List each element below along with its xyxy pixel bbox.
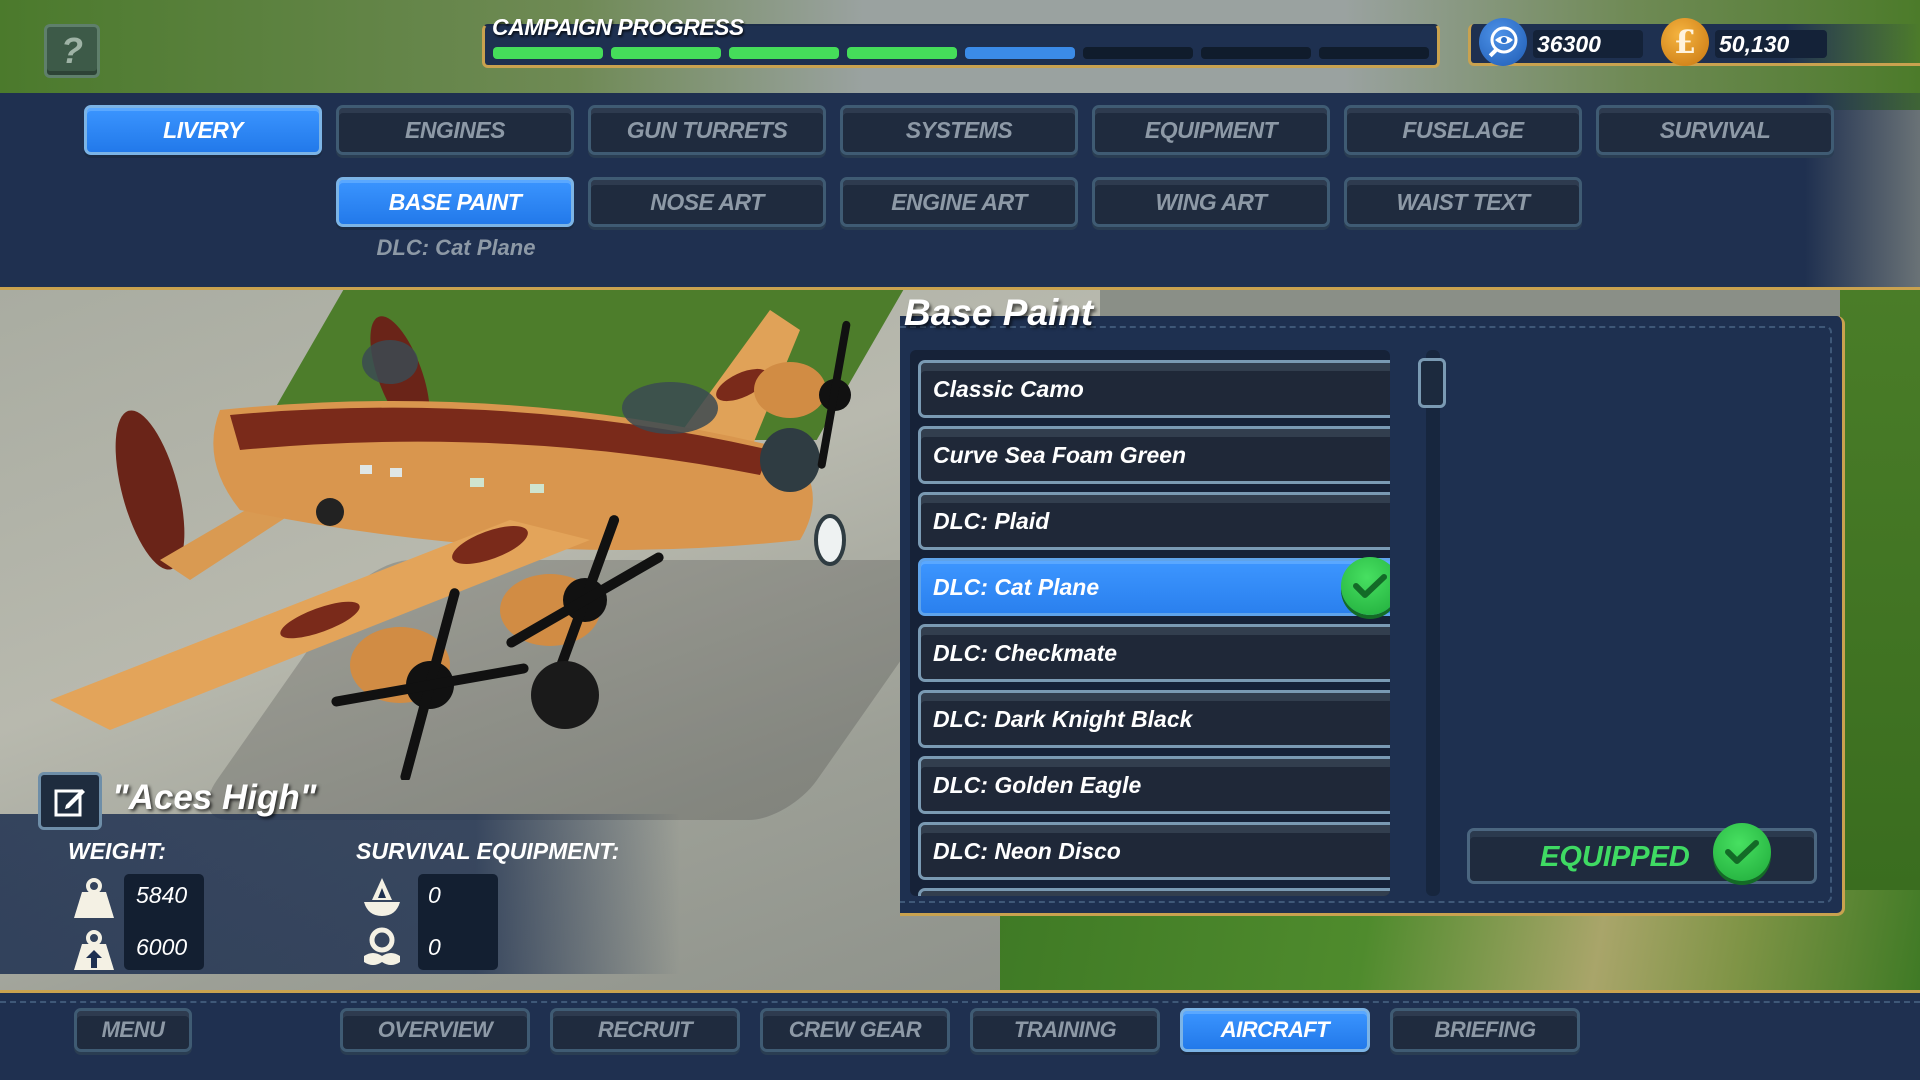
progress-segment <box>611 47 721 59</box>
paint-list-item[interactable] <box>918 888 1390 896</box>
pound-coin-icon: £ <box>1661 18 1709 66</box>
progress-segment <box>965 47 1075 59</box>
currency-bar: 36300 £ 50,130 <box>1468 18 1920 66</box>
check-icon <box>1341 557 1390 615</box>
subtab-waist-text[interactable]: WAIST TEXT <box>1344 177 1582 227</box>
nav-training[interactable]: TRAINING <box>970 1008 1160 1052</box>
landing-wheel <box>531 661 599 729</box>
subtab-nose-art[interactable]: NOSE ART <box>588 177 826 227</box>
window <box>360 465 372 474</box>
progress-segment <box>847 47 957 59</box>
tab-equipment[interactable]: EQUIPMENT <box>1092 105 1330 155</box>
weight-max: 6000 <box>136 934 188 960</box>
life-ring-icon <box>360 926 404 970</box>
tab-livery[interactable]: LIVERY <box>84 105 322 155</box>
tab-survival[interactable]: SURVIVAL <box>1596 105 1834 155</box>
paint-list-item[interactable]: DLC: Checkmate <box>918 624 1390 682</box>
paint-item-label: DLC: Plaid <box>933 507 1050 534</box>
aircraft-name: "Aces High" <box>112 778 317 817</box>
nav-briefing[interactable]: BRIEFING <box>1390 1008 1580 1052</box>
landing-wheel <box>316 498 344 526</box>
progress-segment <box>729 47 839 59</box>
menu-button[interactable]: MENU <box>74 1008 192 1052</box>
paint-list-item[interactable]: DLC: Neon Disco <box>918 822 1390 880</box>
paint-item-label: Classic Camo <box>933 375 1084 402</box>
paint-list-item[interactable]: DLC: Cat Plane <box>918 557 1390 616</box>
edit-icon <box>54 789 85 817</box>
survival-equipment-label: SURVIVAL EQUIPMENT: <box>356 838 620 864</box>
nav-recruit[interactable]: RECRUIT <box>550 1008 740 1052</box>
subtab-base-paint[interactable]: BASE PAINT <box>336 177 574 227</box>
tab-systems[interactable]: SYSTEMS <box>840 105 1078 155</box>
subtab-engine-art[interactable]: ENGINE ART <box>840 177 1078 227</box>
paint-list-item[interactable]: DLC: Plaid <box>918 492 1390 550</box>
scrollbar-thumb[interactable] <box>1418 358 1446 408</box>
turret-cockpit <box>622 382 718 434</box>
paint-item-label: Curve Sea Foam Green <box>933 441 1187 468</box>
progress-segment <box>493 47 603 59</box>
weight-current: 5840 <box>136 882 188 908</box>
campaign-progress: CAMPAIGN PROGRESS <box>482 14 1440 68</box>
paint-panel-title: Base Paint <box>904 292 1094 333</box>
equipped-button[interactable]: EQUIPPED <box>1467 823 1817 884</box>
intel-eye-icon <box>1479 18 1527 66</box>
paint-panel: Classic Camo Curve Sea Foam Green DLC: Pla… <box>900 316 1845 916</box>
paint-list-item[interactable]: DLC: Dark Knight Black <box>918 690 1390 748</box>
window <box>390 468 402 477</box>
paint-item-label: DLC: Neon Disco <box>933 837 1121 864</box>
nav-crew-gear[interactable]: CREW GEAR <box>760 1008 950 1052</box>
engine-nacelle <box>754 362 826 418</box>
tab-fuselage[interactable]: FUSELAGE <box>1344 105 1582 155</box>
bottom-nav-bar <box>0 990 1920 1080</box>
progress-segment <box>1201 47 1311 59</box>
paint-list-item[interactable]: DLC: Golden Eagle <box>918 756 1390 814</box>
equipped-paint-note: DLC: Cat Plane <box>376 235 536 260</box>
nav-aircraft[interactable]: AIRCRAFT <box>1180 1008 1370 1052</box>
tab-gun-turrets[interactable]: GUN TURRETS <box>588 105 826 155</box>
propeller <box>817 320 851 469</box>
turret-nose <box>760 428 820 492</box>
max-weight-icon <box>72 928 116 972</box>
tab-engines[interactable]: ENGINES <box>336 105 574 155</box>
aircraft-model[interactable] <box>30 300 870 780</box>
dinghy-count: 0 <box>428 882 441 908</box>
progress-segments <box>493 47 1429 59</box>
dinghy-icon <box>360 874 404 918</box>
intel-value: 36300 <box>1533 30 1643 58</box>
progress-segment <box>1319 47 1429 59</box>
equipped-label: EQUIPPED <box>1540 841 1690 873</box>
paint-item-label: DLC: Dark Knight Black <box>933 705 1193 732</box>
life-ring-count: 0 <box>428 934 441 960</box>
weight-icon <box>72 876 116 920</box>
paint-list: Classic Camo Curve Sea Foam Green DLC: Pla… <box>910 350 1390 896</box>
grass-edge <box>1840 290 1920 890</box>
window <box>470 478 484 487</box>
paint-item-label: DLC: Checkmate <box>933 639 1118 666</box>
scrollbar-track[interactable] <box>1426 350 1440 896</box>
campaign-progress-title: CAMPAIGN PROGRESS <box>492 14 744 40</box>
nose-glass <box>814 514 846 566</box>
paint-list-item[interactable]: Curve Sea Foam Green <box>918 426 1390 484</box>
progress-segment <box>1083 47 1193 59</box>
paint-item-label: DLC: Cat Plane <box>933 573 1100 600</box>
turret-top <box>362 340 418 384</box>
rename-aircraft-button[interactable] <box>38 772 102 830</box>
check-icon <box>1713 823 1771 881</box>
paint-item-label: DLC: Golden Eagle <box>933 771 1142 798</box>
weight-label: WEIGHT: <box>68 838 166 864</box>
subtab-wing-art[interactable]: WING ART <box>1092 177 1330 227</box>
help-button[interactable]: ? <box>44 24 100 78</box>
money-value: 50,130 <box>1715 30 1827 58</box>
paint-list-item[interactable]: Classic Camo <box>918 360 1390 418</box>
window <box>530 484 544 493</box>
nav-overview[interactable]: OVERVIEW <box>340 1008 530 1052</box>
